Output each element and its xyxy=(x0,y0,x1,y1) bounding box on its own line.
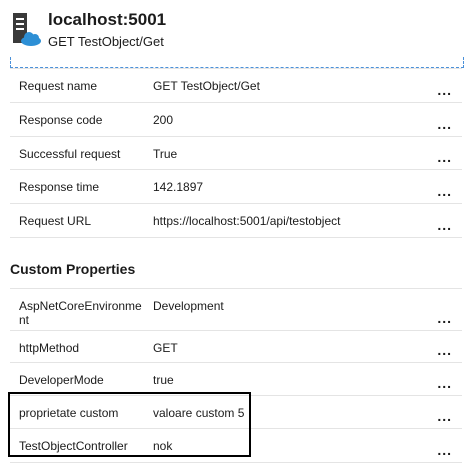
server-cloud-icon xyxy=(13,13,41,46)
property-value: GET xyxy=(153,341,178,355)
property-name: Request name xyxy=(19,79,98,93)
page-subtitle: GET TestObject/Get xyxy=(48,34,164,49)
more-options-button[interactable]: ... xyxy=(437,183,452,199)
property-name: Request URL xyxy=(19,214,92,228)
more-options-button[interactable]: ... xyxy=(437,342,452,358)
header: localhost:5001 GET TestObject/Get xyxy=(0,0,474,56)
property-name: AspNetCoreEnvironment xyxy=(19,299,142,327)
more-options-button[interactable]: ... xyxy=(437,442,452,458)
property-value: 142.1897 xyxy=(153,180,204,194)
property-name: Successful request xyxy=(19,147,121,161)
property-name: DeveloperMode xyxy=(19,373,104,387)
more-options-button[interactable]: ... xyxy=(437,149,452,165)
property-value: GET TestObject/Get xyxy=(153,79,260,93)
highlight-box xyxy=(8,392,251,457)
property-name: Response code xyxy=(19,113,103,127)
property-value: true xyxy=(153,373,174,387)
property-name: Response time xyxy=(19,180,100,194)
more-options-button[interactable]: ... xyxy=(437,82,452,98)
property-value: Development xyxy=(153,299,224,313)
more-options-button[interactable]: ... xyxy=(437,408,452,424)
request-details-table: Request name GET TestObject/Get ... Resp… xyxy=(10,68,462,238)
property-value: 200 xyxy=(153,113,174,127)
property-value: https://localhost:5001/api/testobject xyxy=(153,214,341,228)
table-row: Successful request True ... xyxy=(10,137,462,170)
more-options-button[interactable]: ... xyxy=(437,116,452,132)
table-row: Request name GET TestObject/Get ... xyxy=(10,69,462,103)
selection-frame xyxy=(10,57,464,68)
table-row: Request URL https://localhost:5001/api/t… xyxy=(10,204,462,238)
property-value: True xyxy=(153,147,178,161)
page-title: localhost:5001 xyxy=(48,10,167,29)
table-row: Response time 142.1897 ... xyxy=(10,170,462,204)
more-options-button[interactable]: ... xyxy=(437,310,452,326)
custom-properties-heading: Custom Properties xyxy=(10,261,136,277)
more-options-button[interactable]: ... xyxy=(437,375,452,391)
table-row: Response code 200 ... xyxy=(10,103,462,137)
table-row: httpMethod GET ... xyxy=(10,331,462,363)
more-options-button[interactable]: ... xyxy=(437,217,452,233)
table-row: AspNetCoreEnvironment Development ... xyxy=(10,289,462,331)
property-name: httpMethod xyxy=(19,341,80,355)
